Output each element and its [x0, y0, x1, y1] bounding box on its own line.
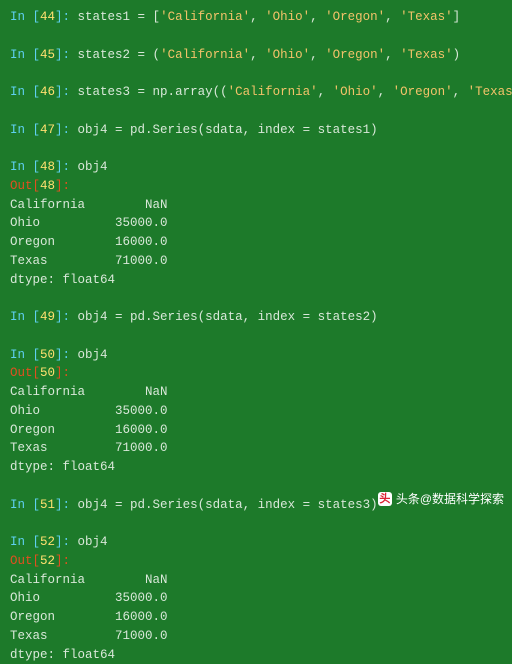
blank-line [10, 27, 502, 46]
in-cell: In [45]: states2 = ('California', 'Ohio'… [10, 46, 502, 65]
out-prompt: Out[48]: [10, 177, 502, 196]
output-line: dtype: float64 [10, 271, 502, 290]
blank-line [10, 327, 502, 346]
output-line: Texas 71000.0 [10, 439, 502, 458]
in-cell: In [46]: states3 = np.array(('California… [10, 83, 502, 102]
in-cell: In [50]: obj4 [10, 346, 502, 365]
output-line: Oregon 16000.0 [10, 421, 502, 440]
in-cell: In [48]: obj4 [10, 158, 502, 177]
attribution-text: 头条@数据科学探索 [396, 490, 504, 508]
ipython-terminal: In [44]: states1 = ['California', 'Ohio'… [10, 8, 502, 664]
out-prompt: Out[52]: [10, 552, 502, 571]
output-line: Oregon 16000.0 [10, 608, 502, 627]
toutiao-logo-icon: 头 [378, 492, 392, 506]
output-line: Ohio 35000.0 [10, 402, 502, 421]
output-line: Oregon 16000.0 [10, 233, 502, 252]
output-line: California NaN [10, 383, 502, 402]
in-cell: In [49]: obj4 = pd.Series(sdata, index =… [10, 308, 502, 327]
output-line: Ohio 35000.0 [10, 589, 502, 608]
output-line: Texas 71000.0 [10, 252, 502, 271]
output-line: California NaN [10, 196, 502, 215]
blank-line [10, 102, 502, 121]
attribution: 头 头条@数据科学探索 [378, 490, 504, 508]
output-line: California NaN [10, 571, 502, 590]
in-cell: In [44]: states1 = ['California', 'Ohio'… [10, 8, 502, 27]
in-cell: In [47]: obj4 = pd.Series(sdata, index =… [10, 121, 502, 140]
output-line: Ohio 35000.0 [10, 214, 502, 233]
output-line: dtype: float64 [10, 646, 502, 664]
blank-line [10, 139, 502, 158]
blank-line [10, 514, 502, 533]
blank-line [10, 289, 502, 308]
out-prompt: Out[50]: [10, 364, 502, 383]
in-cell: In [52]: obj4 [10, 533, 502, 552]
output-line: dtype: float64 [10, 458, 502, 477]
output-line: Texas 71000.0 [10, 627, 502, 646]
blank-line [10, 64, 502, 83]
